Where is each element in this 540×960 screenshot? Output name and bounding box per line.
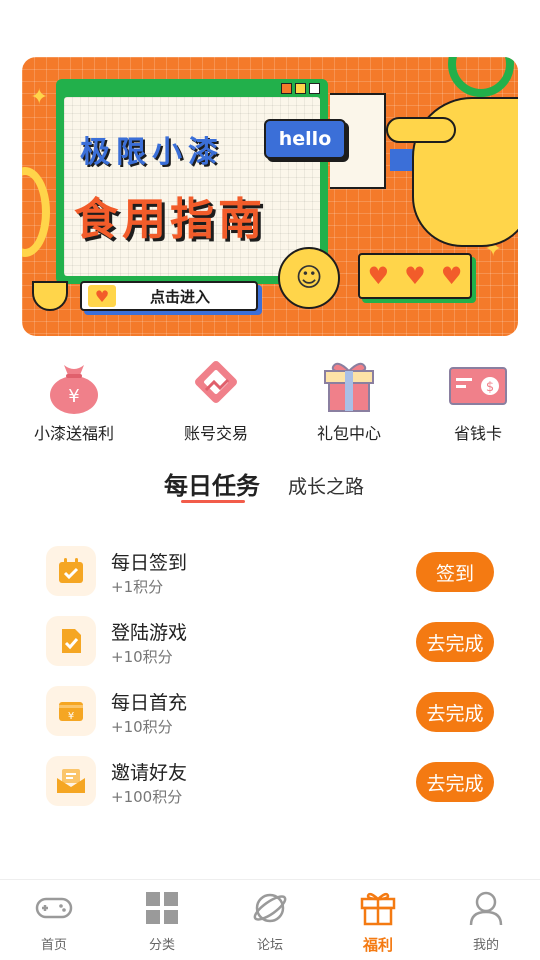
gamepad-icon <box>34 888 74 928</box>
smiley-face-icon: ☺ <box>278 247 340 309</box>
promo-banner[interactable]: ✦ ✦ ✦ 极限小漆 食用指南 hello ♥ ♥ ♥ ☺ ♥ 点击进入 <box>22 57 518 336</box>
task-title: 每日签到 <box>111 552 188 574</box>
quick-entry-label: 省钱卡 <box>453 424 502 443</box>
svg-text:¥: ¥ <box>68 711 74 722</box>
complete-recharge-task-button[interactable]: 去完成 <box>416 692 494 732</box>
task-title: 每日首充 <box>111 692 188 714</box>
tab-daily-tasks[interactable]: 每日任务 <box>164 466 260 501</box>
quick-entry-gift-center[interactable]: 礼包中心 <box>294 356 404 444</box>
checkin-button[interactable]: 签到 <box>416 552 494 592</box>
quick-entry-account-trade[interactable]: 账号交易 <box>161 356 271 444</box>
quick-entry-label: 账号交易 <box>183 424 248 443</box>
nav-label: 论坛 <box>256 938 283 953</box>
nav-item-home[interactable]: 首页 <box>14 888 94 953</box>
task-row-first-recharge: ¥ 每日首充 +10积分 去完成 <box>0 678 540 748</box>
task-row-login-game: 登陆游戏 +10积分 去完成 <box>0 608 540 678</box>
maximize-icon <box>295 83 306 94</box>
nav-label: 分类 <box>148 938 175 953</box>
task-points: +10积分 <box>111 648 173 666</box>
banner-enter-button[interactable]: ♥ 点击进入 <box>80 281 258 311</box>
nav-item-category[interactable]: 分类 <box>122 888 202 953</box>
nav-item-welfare[interactable]: 福利 <box>338 888 418 955</box>
task-row-invite-friends: 邀请好友 +100积分 去完成 <box>0 748 540 818</box>
money-bag-icon: ¥ <box>42 356 106 416</box>
sparkle-icon: ✦ <box>30 85 49 110</box>
planet-icon <box>250 888 290 928</box>
calendar-check-icon <box>46 546 96 596</box>
task-tabs: 每日任务 成长之路 <box>0 462 540 512</box>
coupon-card-icon: $ <box>446 356 510 416</box>
task-points: +10积分 <box>111 718 173 736</box>
quick-entry-label: 礼包中心 <box>316 424 381 443</box>
nav-label: 福利 <box>362 936 393 954</box>
heart-icon: ♥ <box>404 262 426 290</box>
heart-icon: ♥ <box>367 262 390 290</box>
close-icon <box>309 83 320 94</box>
quick-entries: ¥ 小漆送福利 账号交易 礼包中心 $ 省钱卡 <box>0 356 540 448</box>
handshake-icon <box>184 356 248 416</box>
tab-active-indicator <box>181 500 245 503</box>
grid-icon <box>142 888 182 928</box>
wallet-yuan-icon: ¥ <box>46 686 96 736</box>
complete-invite-task-button[interactable]: 去完成 <box>416 762 494 802</box>
nav-item-profile[interactable]: 我的 <box>446 888 526 953</box>
nav-item-forum[interactable]: 论坛 <box>230 888 310 953</box>
nav-label: 首页 <box>40 938 67 953</box>
task-row-checkin: 每日签到 +1积分 签到 <box>0 538 540 608</box>
svg-text:¥: ¥ <box>68 386 79 407</box>
hello-bubble: hello <box>264 119 346 159</box>
minimize-icon <box>281 83 292 94</box>
banner-title-line2: 食用指南 <box>74 194 266 245</box>
document-check-icon <box>46 616 96 666</box>
task-title: 登陆游戏 <box>111 622 188 644</box>
decorative-half-circle <box>22 167 50 257</box>
quick-entry-label: 小漆送福利 <box>33 424 114 443</box>
quick-entry-welfare[interactable]: ¥ 小漆送福利 <box>19 356 129 444</box>
heart-icon: ♥ <box>88 285 116 307</box>
watermelon-illustration <box>32 281 68 311</box>
svg-text:$: $ <box>486 380 494 395</box>
task-points: +1积分 <box>111 578 164 596</box>
task-points: +100积分 <box>111 788 183 806</box>
bottom-navigation: 首页 分类 论坛 福利 我的 <box>0 879 540 960</box>
gift-icon <box>317 356 381 416</box>
window-controls <box>281 83 320 94</box>
complete-login-task-button[interactable]: 去完成 <box>416 622 494 662</box>
heart-icon: ♥ <box>440 262 463 290</box>
user-icon <box>466 888 506 928</box>
gift-icon <box>358 888 398 928</box>
decorative-arc <box>448 57 514 97</box>
envelope-icon <box>46 756 96 806</box>
tab-growth-path[interactable]: 成长之路 <box>288 472 364 499</box>
nav-label: 我的 <box>472 938 499 953</box>
banner-enter-label: 点击进入 <box>150 287 211 306</box>
quick-entry-saving-card[interactable]: $ 省钱卡 <box>423 356 533 444</box>
banner-window: 极限小漆 食用指南 <box>56 79 328 284</box>
banner-title-line1: 极限小漆 <box>80 135 224 170</box>
pointing-finger <box>386 117 456 143</box>
task-title: 邀请好友 <box>111 762 188 784</box>
hearts-card: ♥ ♥ ♥ <box>358 253 472 299</box>
